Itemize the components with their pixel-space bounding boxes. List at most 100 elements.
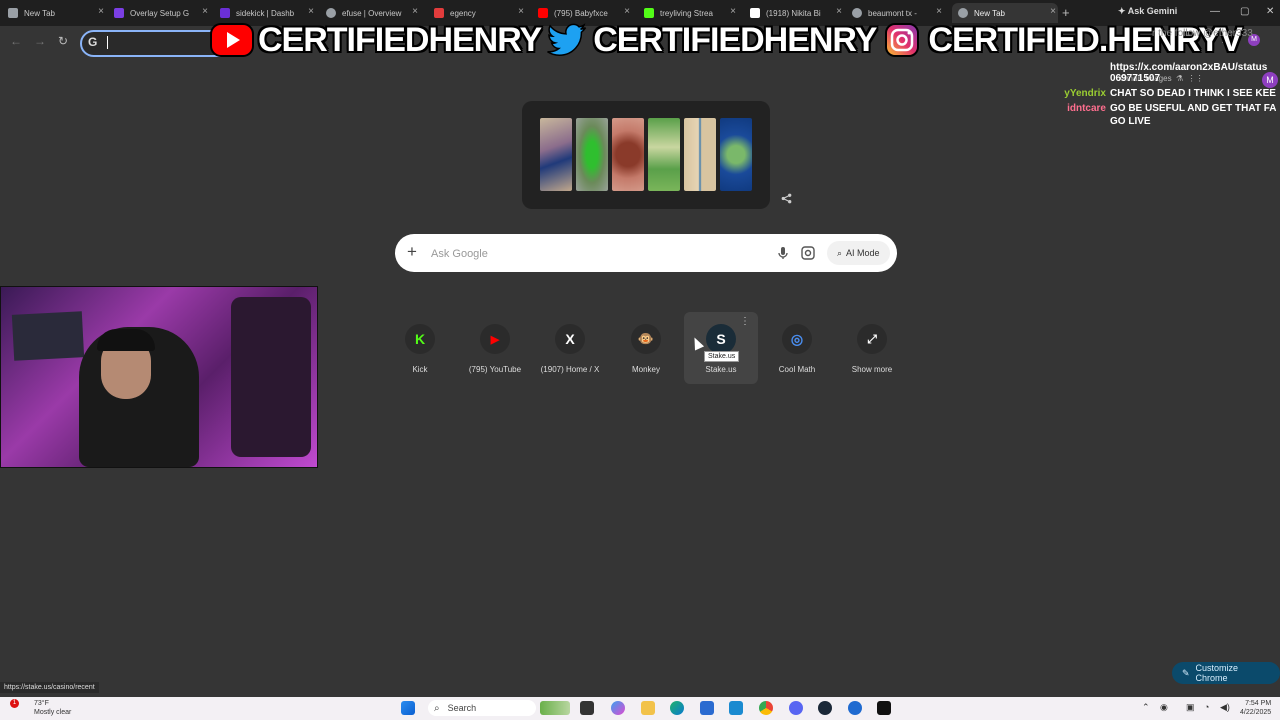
- shortcut-kick[interactable]: K Kick: [383, 312, 457, 384]
- taskbar-search[interactable]: ⌕ Search: [428, 700, 536, 716]
- tab-close-icon[interactable]: ×: [98, 6, 104, 17]
- tab-close-icon[interactable]: ×: [624, 6, 630, 17]
- ai-mode-button[interactable]: ⌕ AI Mode: [827, 241, 890, 265]
- monkey-icon: 🐵: [631, 324, 661, 354]
- maximize-icon[interactable]: ▢: [1240, 6, 1249, 17]
- ask-gemini-label: Ask Gemini: [1127, 6, 1178, 16]
- steam-icon[interactable]: [818, 701, 832, 715]
- task-view-icon[interactable]: [580, 701, 594, 715]
- shortcut-label: Show more: [851, 365, 893, 374]
- shortcut-label: (1907) Home / X: [540, 365, 600, 374]
- copilot-icon[interactable]: [611, 701, 625, 715]
- doodle-tile: [648, 118, 680, 191]
- chat-message: 069771507: [1030, 73, 1280, 84]
- google-doodle[interactable]: [522, 101, 770, 209]
- tab-favicon-icon: [8, 8, 18, 18]
- volume-icon[interactable]: ◀): [1220, 702, 1230, 713]
- text-caret: [107, 36, 108, 49]
- weather-widget[interactable]: 1 73°F Mostly clear: [10, 699, 72, 717]
- weather-temp: 73°F: [34, 700, 49, 707]
- ask-gemini-button[interactable]: ✦ Ask Gemini: [1118, 6, 1177, 17]
- tray-app-icon[interactable]: ▣: [1186, 702, 1195, 713]
- shortcut-x[interactable]: X (1907) Home / X: [533, 312, 607, 384]
- tab-label: Overlay Setup G: [130, 8, 190, 18]
- share-icon[interactable]: [776, 188, 796, 208]
- search-input[interactable]: [429, 243, 753, 265]
- shortcut-label: (795) YouTube: [468, 365, 522, 374]
- forward-icon[interactable]: →: [34, 34, 46, 48]
- tab-close-icon[interactable]: ×: [308, 6, 314, 17]
- microphone-icon[interactable]: [775, 245, 791, 261]
- twitter-icon: [545, 20, 589, 60]
- add-plus-icon[interactable]: +: [407, 242, 417, 262]
- wifi-icon[interactable]: ◔: [1204, 702, 1209, 712]
- search-icon: ⌕: [434, 702, 440, 714]
- windows-taskbar: 1 73°F Mostly clear ⌕ Search ⌃ ◉ ▣ ◔ ◀) 7…: [0, 697, 1280, 720]
- kick-icon: K: [405, 324, 435, 354]
- chat-text: 069771507: [1110, 73, 1161, 84]
- tab-1[interactable]: Overlay Setup G ×: [114, 3, 210, 23]
- mail-icon[interactable]: [729, 701, 743, 715]
- back-icon[interactable]: ←: [10, 34, 22, 48]
- tab-close-icon[interactable]: ×: [836, 6, 842, 17]
- google-lens-icon[interactable]: [800, 245, 816, 261]
- stream-chat-overlay: https://x.com/aaron2xBAU/status 06977150…: [1030, 62, 1280, 131]
- windows-start-icon[interactable]: [401, 701, 415, 715]
- minimize-icon[interactable]: —: [1210, 6, 1220, 17]
- ai-search-icon: ⌕: [837, 247, 843, 258]
- tab-close-icon[interactable]: ×: [412, 6, 418, 17]
- more-vert-icon[interactable]: ⋮: [740, 316, 750, 327]
- pencil-icon: ✎: [1182, 667, 1190, 678]
- doodle-tile: [576, 118, 608, 191]
- tab-close-icon[interactable]: ×: [936, 6, 942, 17]
- ai-mode-label: AI Mode: [846, 248, 880, 258]
- shortcut-cool-math[interactable]: ◎ Cool Math: [760, 312, 834, 384]
- cool-math-icon: ◎: [782, 324, 812, 354]
- tab-close-icon[interactable]: ×: [202, 6, 208, 17]
- follow-alert-text: r the follow @ether333: [1152, 28, 1253, 39]
- chat-username: [1030, 116, 1110, 127]
- chat-message: yYendrix CHAT SO DEAD I THINK I SEE KEE: [1030, 88, 1280, 99]
- widgets-icon[interactable]: [540, 701, 570, 715]
- chat-message: GO LIVE: [1030, 116, 1280, 127]
- network-icon[interactable]: ◉: [1160, 702, 1168, 713]
- app-icon[interactable]: [848, 701, 862, 715]
- taskbar-search-label: Search: [447, 703, 477, 713]
- shortcut-monkey[interactable]: 🐵 Monkey: [609, 312, 683, 384]
- tab-close-icon[interactable]: ×: [518, 6, 524, 17]
- tab-close-icon[interactable]: ×: [1050, 6, 1056, 17]
- customize-chrome-button[interactable]: ✎ Customize Chrome: [1172, 662, 1280, 684]
- x-logo-icon: X: [555, 324, 585, 354]
- shortcut-show-more[interactable]: ⤢ Show more: [835, 312, 909, 384]
- file-explorer-icon[interactable]: [641, 701, 655, 715]
- shortcut-label: Stake.us: [705, 365, 737, 374]
- instagram-handle: CERTIFIED.HENRYV: [928, 20, 1242, 59]
- shortcut-youtube[interactable]: ▶ (795) YouTube: [458, 312, 532, 384]
- chat-username: [1030, 73, 1110, 84]
- instagram-icon: [880, 20, 924, 60]
- nvidia-icon[interactable]: [877, 701, 891, 715]
- tray-overflow-icon[interactable]: ⌃: [1142, 702, 1150, 713]
- youtube-icon: ▶: [480, 324, 510, 354]
- tab-close-icon[interactable]: ×: [730, 6, 736, 17]
- edge-icon[interactable]: [670, 701, 684, 715]
- close-window-icon[interactable]: ✕: [1266, 6, 1274, 17]
- discord-icon[interactable]: [789, 701, 803, 715]
- gaming-chair: [231, 297, 311, 457]
- chat-message: idntcare GO BE USEFUL AND GET THAT FA: [1030, 103, 1280, 114]
- chat-text: https://x.com/aaron2xBAU/status: [1110, 62, 1268, 73]
- store-icon[interactable]: [700, 701, 714, 715]
- taskbar-clock[interactable]: 7:54 PM 4/22/2025: [1240, 699, 1271, 717]
- weather-desc: Mostly clear: [34, 709, 72, 716]
- chat-username: idntcare: [1067, 103, 1106, 114]
- doodle-tile: [684, 118, 716, 191]
- chat-text: CHAT SO DEAD I THINK I SEE KEE: [1110, 88, 1276, 99]
- chrome-icon[interactable]: [759, 701, 773, 715]
- doodle-tile: [612, 118, 644, 191]
- chat-username: [1030, 62, 1110, 73]
- tab-0[interactable]: New Tab ×: [8, 3, 106, 23]
- stake-icon: S: [706, 324, 736, 354]
- chat-text: GO LIVE: [1110, 116, 1151, 127]
- reload-icon[interactable]: ↻: [58, 34, 68, 48]
- google-search-box: + ⌕AI Mode: [395, 234, 897, 272]
